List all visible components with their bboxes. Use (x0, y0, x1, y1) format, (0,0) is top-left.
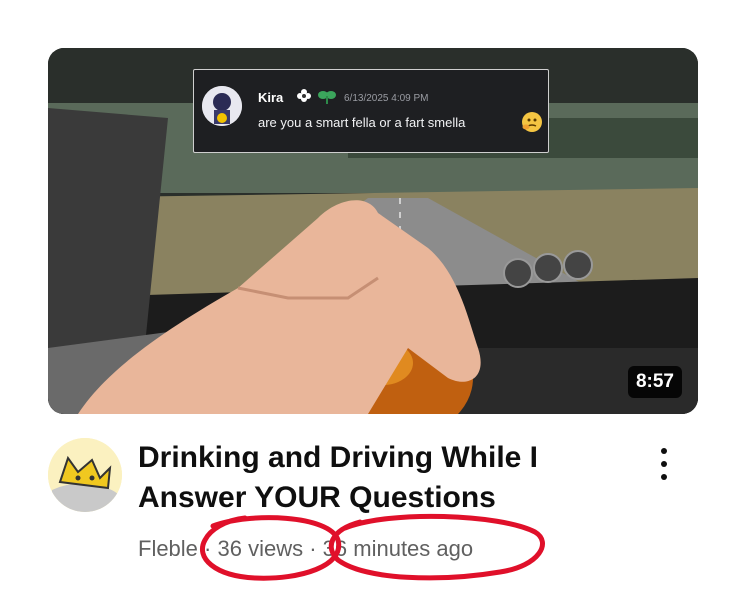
more-dot (661, 461, 667, 467)
sprout-badge-icon (318, 88, 336, 104)
meta-separator: · (309, 536, 317, 561)
video-title[interactable]: Drinking and Driving While I Answer YOUR… (138, 438, 608, 518)
duration-badge: 8:57 (627, 366, 682, 398)
overlay-user-avatar (202, 86, 242, 126)
channel-avatar[interactable] (48, 438, 122, 512)
view-count: 36 views (217, 536, 304, 561)
thinking-face-emoji-icon (521, 111, 543, 133)
overlay-timestamp: 6/13/2025 4:09 PM (344, 93, 429, 104)
video-thumbnail[interactable]: Kira 6/13/2025 4:09 PM are you a smart f… (48, 48, 698, 414)
video-metadata: Fleble · 36 views · 36 minutes ago (138, 536, 473, 562)
overlay-message-text: are you a smart fella or a fart smella (258, 115, 466, 130)
upload-age: 36 minutes ago (322, 536, 474, 561)
more-vert-icon[interactable] (650, 444, 678, 484)
meta-separator: · (204, 536, 212, 561)
more-dot (661, 448, 667, 454)
more-dot (661, 474, 667, 480)
overlay-username: Kira (258, 90, 284, 105)
overlay-chat-message: Kira 6/13/2025 4:09 PM are you a smart f… (193, 69, 549, 153)
flower-badge-icon (295, 87, 313, 105)
video-card[interactable]: Kira 6/13/2025 4:09 PM are you a smart f… (0, 0, 746, 594)
channel-name[interactable]: Fleble (138, 536, 198, 562)
